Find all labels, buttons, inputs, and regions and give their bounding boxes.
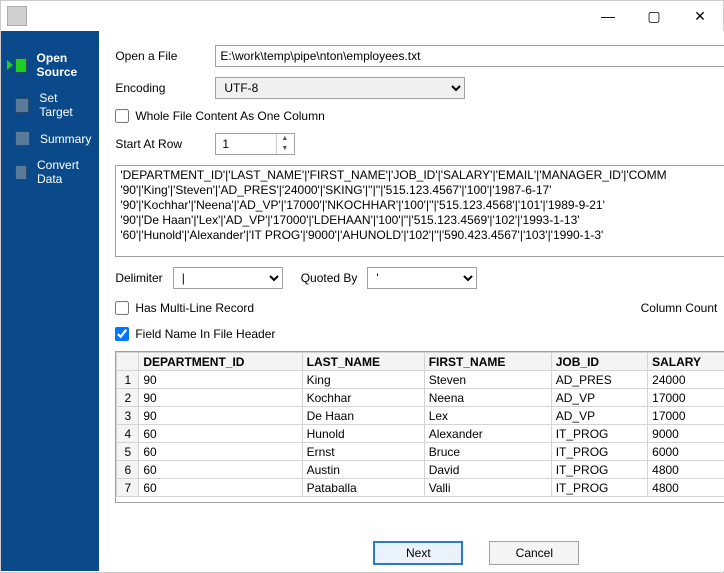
cell[interactable]: De Haan [302, 407, 424, 425]
column-header[interactable]: DEPARTMENT_ID [139, 353, 302, 371]
column-header[interactable]: SALARY [648, 353, 724, 371]
cell[interactable]: 24000 [648, 371, 724, 389]
grid-corner [117, 353, 139, 371]
cell[interactable]: IT_PROG [551, 479, 647, 497]
cell[interactable]: 90 [139, 371, 302, 389]
wizard-sidebar: Open Source Set Target Summary Convert D… [1, 31, 99, 571]
cell[interactable]: Lex [424, 407, 551, 425]
encoding-select[interactable]: UTF-8 [215, 77, 465, 99]
row-number: 3 [117, 407, 139, 425]
step-set-target[interactable]: Set Target [1, 85, 99, 125]
step-convert-data[interactable]: Convert Data [1, 152, 99, 192]
cell[interactable]: King [302, 371, 424, 389]
cell[interactable]: Kochhar [302, 389, 424, 407]
cell[interactable]: IT_PROG [551, 425, 647, 443]
cell[interactable]: IT_PROG [551, 461, 647, 479]
delimiter-label: Delimiter [115, 271, 162, 285]
table-row[interactable]: 460HunoldAlexanderIT_PROG9000AHUNOLD [117, 425, 724, 443]
next-button[interactable]: Next [373, 541, 463, 565]
step-label: Open Source [37, 51, 92, 79]
encoding-label: Encoding [115, 81, 215, 95]
step-open-source[interactable]: Open Source [1, 45, 99, 85]
column-count-label: Column Count [641, 301, 718, 315]
row-number: 2 [117, 389, 139, 407]
step-summary[interactable]: Summary [1, 125, 99, 152]
cancel-button[interactable]: Cancel [489, 541, 579, 565]
cell[interactable]: 60 [139, 461, 302, 479]
table-row[interactable]: 760PataballaValliIT_PROG4800VPATABAL [117, 479, 724, 497]
quoted-by-select[interactable]: ' [367, 267, 477, 289]
cell[interactable]: Valli [424, 479, 551, 497]
cell[interactable]: David [424, 461, 551, 479]
cell[interactable]: AD_VP [551, 407, 647, 425]
start-row-label: Start At Row [115, 137, 215, 151]
table-row[interactable]: 290KochharNeenaAD_VP17000NKOCHHA [117, 389, 724, 407]
row-number: 7 [117, 479, 139, 497]
cell[interactable]: 60 [139, 443, 302, 461]
minimize-button[interactable]: — [585, 1, 631, 31]
cell[interactable]: AD_VP [551, 389, 647, 407]
cell[interactable]: Austin [302, 461, 424, 479]
cell[interactable]: 4800 [648, 479, 724, 497]
column-header[interactable]: FIRST_NAME [424, 353, 551, 371]
multiline-checkbox[interactable] [115, 301, 129, 315]
cell[interactable]: Neena [424, 389, 551, 407]
data-grid[interactable]: DEPARTMENT_IDLAST_NAMEFIRST_NAMEJOB_IDSA… [115, 351, 724, 503]
step-label: Convert Data [37, 158, 91, 186]
whole-file-checkbox[interactable] [115, 109, 129, 123]
preview-line: 'DEPARTMENT_ID'|'LAST_NAME'|'FIRST_NAME'… [120, 168, 724, 183]
column-header[interactable]: JOB_ID [551, 353, 647, 371]
cell[interactable]: AD_PRES [551, 371, 647, 389]
cell[interactable]: Pataballa [302, 479, 424, 497]
cell[interactable]: 17000 [648, 407, 724, 425]
column-header[interactable]: LAST_NAME [302, 353, 424, 371]
file-path-input[interactable] [215, 45, 724, 67]
close-button[interactable]: ✕ [677, 1, 723, 31]
step-label: Set Target [39, 91, 91, 119]
preview-line: '60'|'Hunold'|'Alexander'|'IT PROG'|'900… [120, 228, 724, 243]
app-icon [7, 6, 27, 26]
cell[interactable]: Hunold [302, 425, 424, 443]
start-row-input[interactable] [216, 134, 276, 154]
start-row-spinner[interactable]: ▲▼ [215, 133, 295, 155]
field-header-checkbox[interactable] [115, 327, 129, 341]
step-label: Summary [40, 132, 91, 146]
row-number: 6 [117, 461, 139, 479]
table-row[interactable]: 660AustinDavidIT_PROG4800DAUSTIN [117, 461, 724, 479]
title-bar: — ▢ ✕ [1, 1, 723, 31]
multiline-label: Has Multi-Line Record [135, 301, 254, 315]
content-pane: Open a File ▤ Encoding UTF-8 File Size: … [99, 31, 724, 571]
preview-line: '90'|'Kochhar'|'Neena'|'AD_VP'|'17000'|'… [120, 198, 724, 213]
cell[interactable]: 90 [139, 389, 302, 407]
table-row[interactable]: 560ErnstBruceIT_PROG6000BERNST [117, 443, 724, 461]
cell[interactable]: 9000 [648, 425, 724, 443]
cell[interactable]: IT_PROG [551, 443, 647, 461]
cell[interactable]: Bruce [424, 443, 551, 461]
cell[interactable]: 4800 [648, 461, 724, 479]
cell[interactable]: Alexander [424, 425, 551, 443]
raw-preview[interactable]: 'DEPARTMENT_ID'|'LAST_NAME'|'FIRST_NAME'… [115, 165, 724, 257]
quoted-by-label: Quoted By [301, 271, 358, 285]
cell[interactable]: Ernst [302, 443, 424, 461]
cell[interactable]: 17000 [648, 389, 724, 407]
row-number: 1 [117, 371, 139, 389]
preview-line: '90'|'De Haan'|'Lex'|'AD_VP'|'17000'|'LD… [120, 213, 724, 228]
row-number: 5 [117, 443, 139, 461]
spinner-arrows[interactable]: ▲▼ [276, 134, 292, 154]
cell[interactable]: 90 [139, 407, 302, 425]
cell[interactable]: Steven [424, 371, 551, 389]
cell[interactable]: 60 [139, 425, 302, 443]
field-header-label: Field Name In File Header [135, 327, 275, 341]
row-number: 4 [117, 425, 139, 443]
cell[interactable]: 60 [139, 479, 302, 497]
open-file-label: Open a File [115, 49, 215, 63]
table-row[interactable]: 390De HaanLexAD_VP17000LDEHAAN [117, 407, 724, 425]
table-row[interactable]: 190KingStevenAD_PRES24000SKING [117, 371, 724, 389]
cell[interactable]: 6000 [648, 443, 724, 461]
delimiter-select[interactable]: | [173, 267, 283, 289]
preview-line: '90'|'King'|'Steven'|'AD_PRES'|'24000'|'… [120, 183, 724, 198]
maximize-button[interactable]: ▢ [631, 1, 677, 31]
whole-file-label: Whole File Content As One Column [135, 109, 324, 123]
